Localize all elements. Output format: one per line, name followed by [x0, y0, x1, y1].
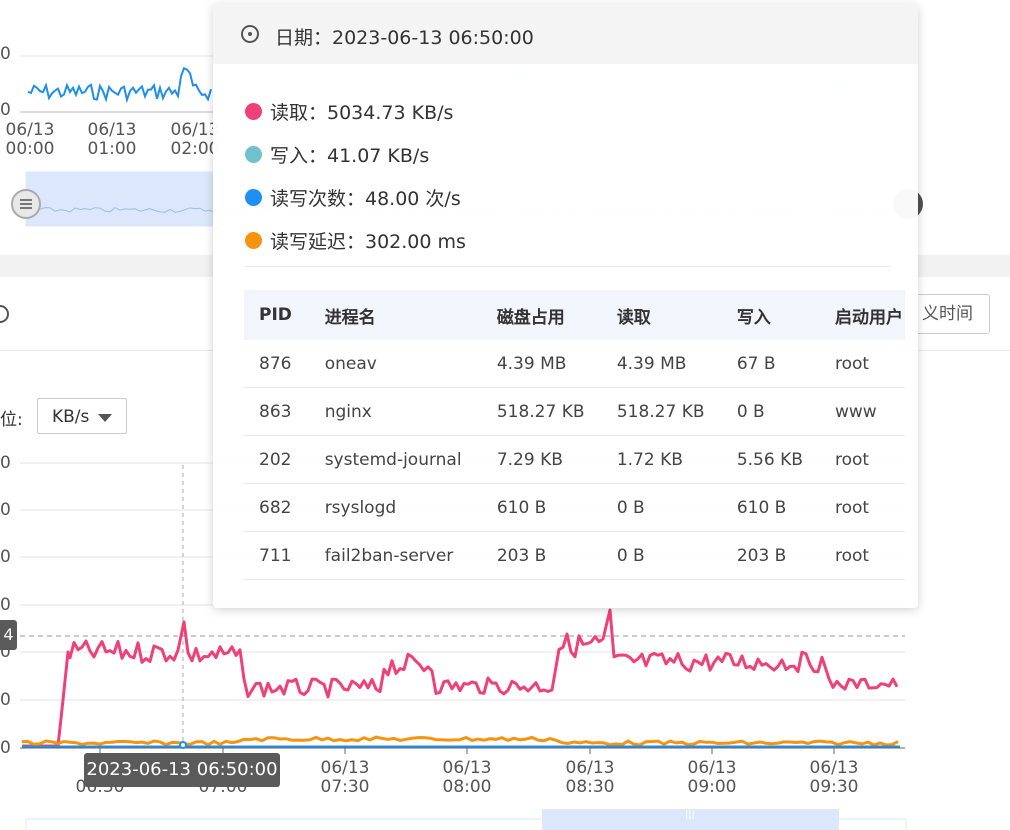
legend-dot-icon [245, 146, 262, 163]
process-column-header[interactable]: 磁盘占用 [481, 290, 602, 340]
table-cell: 5.56 KB [721, 435, 820, 484]
table-row: 711 fail2ban-server 203 B0 B 203 Broot [244, 531, 905, 580]
table-cell: 202 [244, 435, 310, 484]
table-cell: 682 [244, 483, 310, 532]
tooltip-metric: 读取：5034.73 KB/s [245, 98, 453, 125]
process-column-header[interactable]: 读取 [601, 290, 722, 340]
table-row: 876 oneav 4.39 MB 4.39 MB 67 Broot [244, 340, 905, 388]
hover-point [179, 741, 187, 749]
main-x-label: 06/13 09:30 [804, 759, 864, 797]
table-cell: 4.39 MB [601, 340, 722, 388]
latency-series-line [21, 735, 899, 747]
table-row: 202 systemd-journal 7.29 KB 1.72 KB 5.56 KB r… [244, 435, 905, 484]
table-cell: 863 [244, 387, 310, 436]
tooltip-metric-label: 读写延迟：302.00 ms [270, 231, 466, 253]
main-x-label-time: 08:00 [442, 777, 492, 797]
main-x-label-date: 06/13 [687, 758, 737, 778]
table-cell: 0 B [601, 531, 722, 580]
table-cell: 67 B [721, 340, 820, 388]
table-cell: 0 B [721, 387, 820, 436]
y-value-badge: 4 [0, 620, 17, 650]
table-cell: fail2ban-server [309, 531, 482, 580]
read-series-line [22, 608, 899, 748]
table-cell: systemd-journal [309, 435, 482, 484]
tooltip-metric: 写入：41.07 KB/s [245, 141, 429, 168]
legend-dot-icon [245, 189, 262, 206]
process-table-header: PID 进程名 磁盘占用 读取 写入 启动用户 [244, 290, 905, 340]
tooltip-metric-label: 写入：41.07 KB/s [270, 145, 430, 167]
main-x-label: 06/13 07:30 [315, 759, 375, 797]
tooltip-separator [245, 266, 890, 267]
table-cell: 610 B [481, 483, 602, 532]
hover-time-badge: 2023-06-13 06:50:00 [84, 753, 280, 787]
main-x-label-time: 09:30 [809, 777, 859, 797]
tooltip-metric-label: 读写次数：48.00 次/s [270, 188, 461, 210]
table-cell: nginx [309, 387, 482, 436]
table-cell: 203 B [721, 531, 820, 580]
legend-dot-icon [245, 103, 262, 120]
table-cell: 4.39 MB [481, 340, 602, 388]
process-column-header[interactable]: 进程名 [309, 290, 482, 340]
main-x-label-date: 06/13 [442, 758, 492, 778]
main-x-label-time: 08:30 [565, 777, 615, 797]
table-cell: www [819, 387, 905, 436]
table-cell: 518.27 KB [601, 387, 722, 436]
legend-dot-icon [245, 232, 262, 249]
tooltip-date: 日期：2023-06-13 06:50:00 [275, 27, 534, 49]
process-column-header[interactable]: 启动用户 [819, 290, 905, 340]
main-x-label-time: 07:30 [320, 777, 370, 797]
table-cell: 7.29 KB [481, 435, 602, 484]
table-cell: 1.72 KB [601, 435, 722, 484]
chart-tooltip: 日期：2023-06-13 06:50:00 读取：5034.73 KB/s 写入… [213, 4, 918, 608]
process-column-header[interactable]: PID [244, 290, 310, 340]
table-cell: 711 [244, 531, 310, 580]
table-cell: 876 [244, 340, 310, 388]
process-table: PID 进程名 磁盘占用 读取 写入 启动用户 876 oneav 4.39 MB 4.39 M… [244, 290, 905, 580]
table-cell: oneav [309, 340, 482, 388]
table-cell: root [819, 483, 905, 532]
table-cell: root [819, 340, 905, 388]
main-x-label: 06/13 08:00 [437, 759, 497, 797]
tooltip-metric: 读写次数：48.00 次/s [245, 184, 461, 211]
clock-icon [241, 25, 259, 43]
table-cell: 610 B [721, 483, 820, 532]
main-x-label-time: 09:00 [687, 777, 737, 797]
table-cell: root [819, 435, 905, 484]
tooltip-metric: 读写延迟：302.00 ms [245, 227, 466, 254]
main-range-grip: ||| [685, 809, 695, 820]
tooltip-metric-label: 读取：5034.73 KB/s [270, 102, 454, 124]
table-cell: 203 B [481, 531, 602, 580]
table-cell: rsyslogd [309, 483, 482, 532]
table-row: 682 rsyslogd 610 B0 B 610 Broot [244, 483, 905, 532]
main-x-label-date: 06/13 [565, 758, 615, 778]
table-cell: 518.27 KB [481, 387, 602, 436]
table-row: 863 nginx 518.27 KB 518.27 KB 0 Bwww [244, 387, 905, 436]
table-cell: root [819, 531, 905, 580]
tooltip-header: 日期：2023-06-13 06:50:00 [213, 4, 918, 64]
process-column-header[interactable]: 写入 [721, 290, 820, 340]
main-x-label: 06/13 08:30 [560, 759, 620, 797]
main-x-label: 06/13 09:00 [682, 759, 742, 797]
table-cell: 0 B [601, 483, 722, 532]
main-x-label-date: 06/13 [809, 758, 859, 778]
main-x-label-date: 06/13 [320, 758, 370, 778]
